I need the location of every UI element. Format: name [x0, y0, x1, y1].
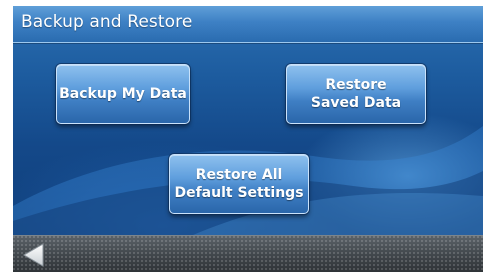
- page-title: Backup and Restore: [21, 12, 193, 32]
- restore-all-default-settings-button[interactable]: Restore All Default Settings: [169, 154, 309, 214]
- bottom-nav-bar: [13, 235, 483, 272]
- main-screen: Backup and Restore Backup My Data Restor…: [13, 6, 483, 235]
- back-arrow-icon[interactable]: [21, 242, 47, 268]
- restore-all-default-settings-label: Restore All Default Settings: [174, 167, 304, 201]
- device-frame: Backup and Restore Backup My Data Restor…: [13, 6, 483, 272]
- title-bar: Backup and Restore: [13, 6, 483, 43]
- backup-my-data-button[interactable]: Backup My Data: [56, 64, 190, 124]
- restore-saved-data-label: Restore Saved Data: [310, 77, 402, 111]
- restore-saved-data-button[interactable]: Restore Saved Data: [286, 64, 426, 124]
- backup-my-data-label: Backup My Data: [59, 86, 187, 102]
